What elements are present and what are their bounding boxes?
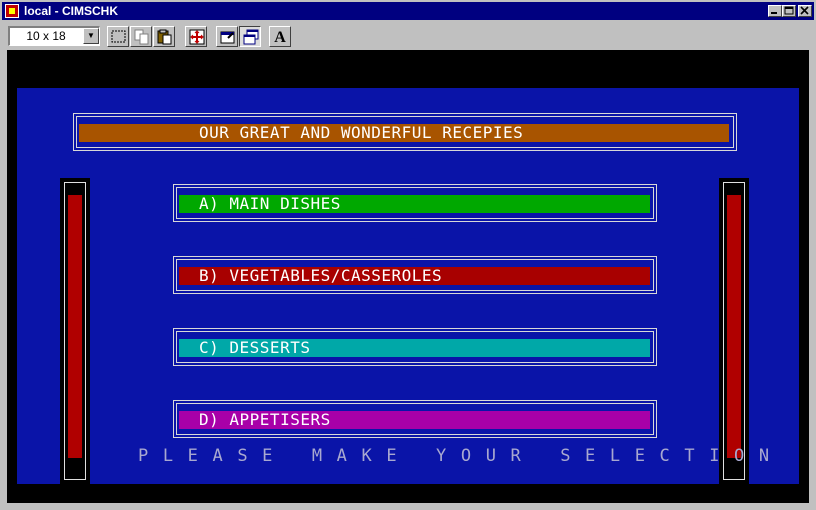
menu-option-desserts[interactable]: C) DESSERTS xyxy=(179,339,650,357)
font-icon: A xyxy=(274,29,286,46)
paste-icon xyxy=(157,29,172,45)
copy-icon xyxy=(134,29,149,45)
close-icon xyxy=(800,6,809,15)
minimize-button[interactable] xyxy=(768,5,782,17)
menu-option-label: B) VEGETABLES/CASSEROLES xyxy=(199,266,443,285)
font-size-select[interactable]: 10 x 18 ▼ xyxy=(8,26,100,46)
menu-option-label: D) APPETISERS xyxy=(199,410,331,429)
header-bar: OUR GREAT AND WONDERFUL RECEPIES xyxy=(79,124,729,142)
menu-option-main-dishes[interactable]: A) MAIN DISHES xyxy=(179,195,650,213)
chevron-down-icon[interactable]: ▼ xyxy=(83,28,99,44)
font-button[interactable]: A xyxy=(269,26,291,47)
right-side-post-fill xyxy=(727,195,741,458)
minimize-icon xyxy=(771,12,777,14)
background-icon xyxy=(243,29,259,45)
window-title: local - CIMSCHK xyxy=(24,4,119,18)
terminal-area[interactable]: OUR GREAT AND WONDERFUL RECEPIES A) MAIN… xyxy=(7,50,809,503)
properties-icon xyxy=(220,31,235,44)
left-side-post xyxy=(60,178,90,484)
right-side-post xyxy=(719,178,749,484)
app-icon[interactable] xyxy=(5,4,19,18)
left-side-post-fill xyxy=(68,195,82,458)
menu-option-vegetables-casseroles[interactable]: B) VEGETABLES/CASSEROLES xyxy=(179,267,650,285)
header-title: OUR GREAT AND WONDERFUL RECEPIES xyxy=(199,123,524,142)
maximize-icon xyxy=(784,6,794,15)
console-window: local - CIMSCHK 10 x 18 ▼ A OUR GREAT AN… xyxy=(0,0,816,510)
mark-button[interactable] xyxy=(107,26,129,47)
full-screen-icon xyxy=(189,29,205,45)
paste-button[interactable] xyxy=(153,26,175,47)
menu-screen: OUR GREAT AND WONDERFUL RECEPIES A) MAIN… xyxy=(17,88,799,484)
menu-option-label: C) DESSERTS xyxy=(199,338,311,357)
toolbar: 10 x 18 ▼ A xyxy=(2,22,814,50)
properties-button[interactable] xyxy=(216,26,238,47)
close-button[interactable] xyxy=(798,5,812,17)
selection-prompt: PLEASE MAKE YOUR SELECTION xyxy=(138,446,784,466)
font-size-value: 10 x 18 xyxy=(26,29,66,43)
menu-option-label: A) MAIN DISHES xyxy=(199,194,341,213)
copy-button[interactable] xyxy=(130,26,152,47)
full-screen-button[interactable] xyxy=(185,26,207,47)
menu-option-appetisers[interactable]: D) APPETISERS xyxy=(179,411,650,429)
background-button[interactable] xyxy=(239,26,261,47)
title-bar[interactable]: local - CIMSCHK xyxy=(2,2,814,20)
mark-icon xyxy=(111,30,126,43)
maximize-button[interactable] xyxy=(782,5,796,17)
